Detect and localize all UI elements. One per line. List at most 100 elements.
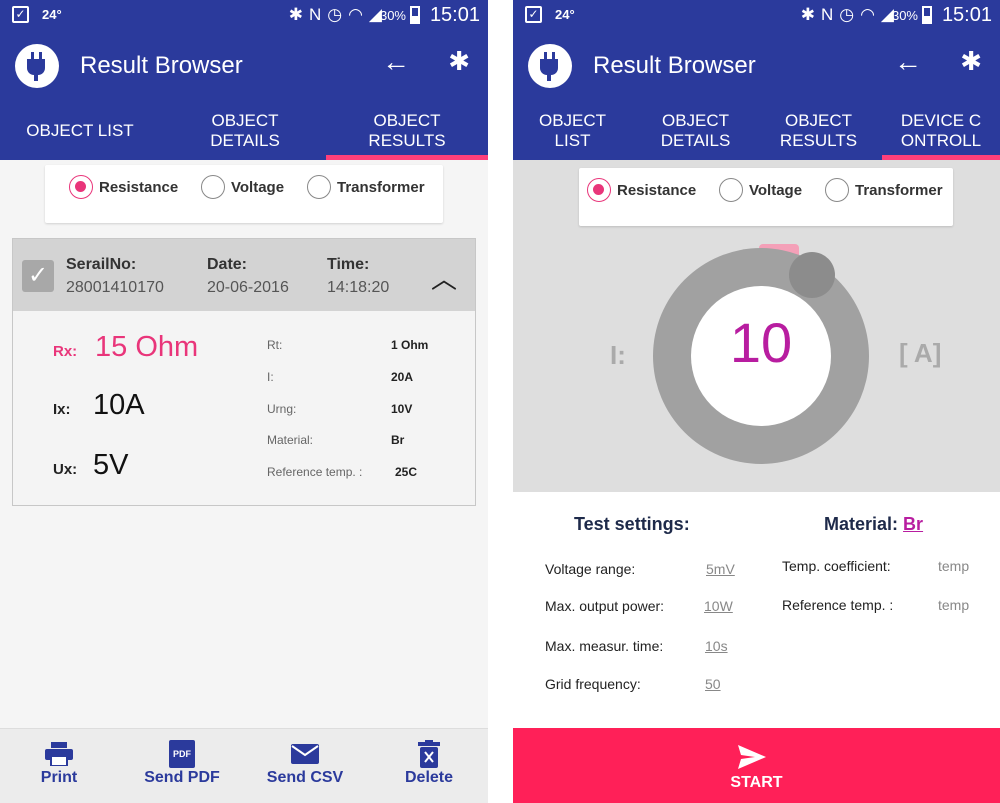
result-card: ✓ SerailNo: 28001410170 Date: 20-06-2016… <box>12 238 476 506</box>
checkbox-icon[interactable]: ✓ <box>22 260 54 292</box>
rx-label: Rx: <box>53 343 78 360</box>
alarm-icon: ◷ <box>327 5 349 24</box>
measurement-type-selector: Resistance Voltage Transformer <box>45 165 443 223</box>
i-value: 20A <box>391 370 414 384</box>
time-label: Time: <box>327 256 370 273</box>
notification-check-icon: ✓ <box>525 6 542 23</box>
radio-resistance[interactable]: Resistance <box>69 175 178 199</box>
measurement-type-selector: Resistance Voltage Transformer <box>579 168 953 226</box>
gauge-panel: Resistance Voltage Transformer 10 I: [ A… <box>513 160 1000 492</box>
radio-unselected-icon <box>201 175 225 199</box>
result-card-header[interactable]: ✓ SerailNo: 28001410170 Date: 20-06-2016… <box>13 239 475 311</box>
radio-selected-icon <box>587 178 611 202</box>
tab-object-results[interactable]: OBJECT RESULTS <box>326 102 488 160</box>
status-temp: 24° <box>42 7 62 22</box>
send-csv-button[interactable]: Send CSV <box>250 739 360 787</box>
tab-object-details[interactable]: OBJECT DETAILS <box>190 102 300 160</box>
status-time: 15:01 <box>429 4 480 26</box>
temp-coefficient-label: Temp. coefficient: <box>782 558 891 574</box>
tab-object-details[interactable]: OBJECT DETAILS <box>643 102 748 160</box>
radio-unselected-icon <box>719 178 743 202</box>
serial-label: SerailNo: <box>66 256 137 273</box>
nfc-icon: N <box>308 5 328 24</box>
time-value: 14:18:20 <box>327 279 390 296</box>
left-screen: ✓ 24° ✱N◷◠◢ 30% 15:01 Result Browser ← ✱… <box>0 0 488 803</box>
status-icons: ✱N◷◠◢ <box>289 5 388 25</box>
material-value: Br <box>391 433 405 447</box>
status-bar: ✓ 24° ✱N◷◠◢ 30% 15:01 <box>513 0 1000 30</box>
rt-label: Rt: <box>267 338 283 352</box>
reference-temp-label: Reference temp. : <box>782 597 894 613</box>
temp-coefficient-value[interactable]: temp <box>938 558 969 574</box>
radio-transformer[interactable]: Transformer <box>825 178 943 202</box>
tab-object-results[interactable]: OBJECT RESULTS <box>766 102 871 160</box>
radio-selected-icon <box>69 175 93 199</box>
rt-value: 1 Ohm <box>391 338 429 352</box>
delete-button[interactable]: Delete <box>374 739 484 787</box>
wifi-icon: ◠ <box>860 5 881 24</box>
printer-icon <box>45 742 73 766</box>
voltage-range-label: Voltage range: <box>545 561 636 577</box>
max-measur-time-label: Max. measur. time: <box>545 638 664 654</box>
radio-voltage[interactable]: Voltage <box>719 178 802 202</box>
max-measur-time-value[interactable]: 10s <box>705 638 728 654</box>
reference-temp-label: Reference temp. : <box>267 465 363 479</box>
gauge-knob-handle[interactable] <box>789 252 835 298</box>
material-link[interactable]: Br <box>903 514 923 534</box>
tab-bar: OBJECT LIST OBJECT DETAILS OBJECT RESULT… <box>513 102 1000 160</box>
radio-unselected-icon <box>825 178 849 202</box>
tab-device-controll[interactable]: DEVICE C ONTROLL <box>882 102 1000 160</box>
rx-value: 15 Ohm <box>95 331 199 363</box>
voltage-range-value[interactable]: 5mV <box>706 561 735 577</box>
grid-frequency-value[interactable]: 50 <box>705 676 721 692</box>
mail-icon <box>291 744 319 764</box>
status-temp: 24° <box>555 7 575 22</box>
back-arrow-icon[interactable]: ← <box>894 46 922 78</box>
date-value: 20-06-2016 <box>207 279 289 296</box>
bluetooth-icon[interactable]: ✱ <box>960 46 982 77</box>
print-button[interactable]: Print <box>4 739 114 787</box>
reference-temp-value[interactable]: temp <box>938 597 969 613</box>
tab-object-list[interactable]: OBJECT LIST <box>525 102 620 160</box>
radio-transformer[interactable]: Transformer <box>307 175 425 199</box>
max-output-power-label: Max. output power: <box>545 598 665 614</box>
max-output-power-value[interactable]: 10W <box>704 598 733 614</box>
urng-label: Urng: <box>267 402 297 416</box>
pdf-file-icon: PDF <box>169 740 195 768</box>
app-bar: Result Browser ← ✱ <box>513 30 1000 102</box>
radio-unselected-icon <box>307 175 331 199</box>
i-label: I: <box>267 370 274 384</box>
radio-resistance[interactable]: Resistance <box>587 178 696 202</box>
send-arrow-icon <box>738 745 766 769</box>
battery-icon <box>410 6 420 24</box>
reference-temp-value: 25C <box>395 465 418 479</box>
bluetooth-status-icon: ✱ <box>800 5 821 24</box>
send-pdf-button[interactable]: PDF Send PDF <box>127 739 237 787</box>
collapse-chevron-icon[interactable]: ︿ <box>431 259 457 296</box>
unit-label: [ A] <box>899 338 942 368</box>
app-bar: Result Browser ← ✱ <box>0 30 488 102</box>
ix-label: Ix: <box>53 401 71 418</box>
tab-object-list[interactable]: OBJECT LIST <box>0 102 160 160</box>
tab-bar: OBJECT LIST OBJECT DETAILS OBJECT RESULT… <box>0 102 488 160</box>
battery-percent: 30% <box>891 8 918 23</box>
alarm-icon: ◷ <box>839 5 861 24</box>
app-title: Result Browser <box>593 52 756 79</box>
serial-value: 28001410170 <box>66 279 164 296</box>
battery-percent: 30% <box>379 8 406 23</box>
test-settings-title: Test settings: <box>574 514 690 534</box>
ix-value: 10A <box>93 389 145 421</box>
trash-icon <box>418 740 440 768</box>
radio-voltage[interactable]: Voltage <box>201 175 284 199</box>
grid-frequency-label: Grid frequency: <box>545 676 641 692</box>
bluetooth-icon[interactable]: ✱ <box>448 46 470 77</box>
start-button[interactable]: START <box>513 728 1000 803</box>
app-title: Result Browser <box>80 52 243 79</box>
notification-check-icon: ✓ <box>12 6 29 23</box>
ux-value: 5V <box>93 449 129 481</box>
battery-icon <box>922 6 932 24</box>
status-icons: ✱N◷◠◢ <box>801 5 900 25</box>
material-label: Material: <box>267 433 314 447</box>
gauge-value: 10 <box>729 311 793 374</box>
back-arrow-icon[interactable]: ← <box>382 46 410 78</box>
